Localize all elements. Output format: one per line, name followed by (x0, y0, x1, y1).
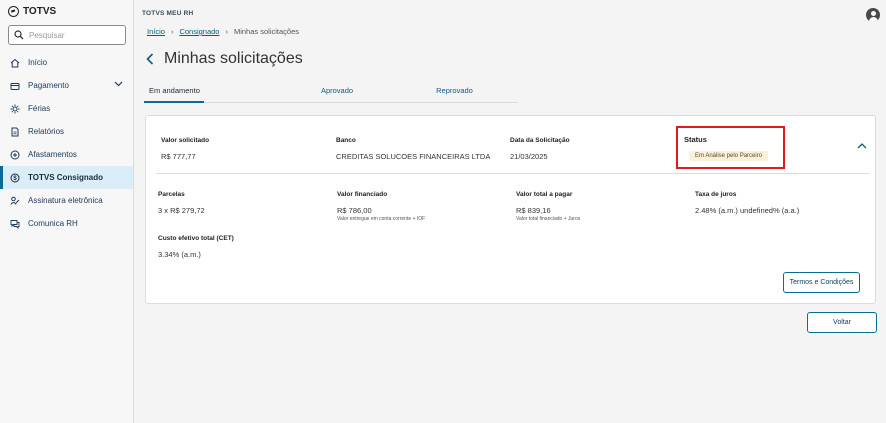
sidebar-item-label: TOTVS Consignado (28, 173, 103, 182)
signature-icon (10, 196, 20, 205)
breadcrumb-separator-icon: › (225, 27, 228, 36)
dollar-icon: $ (10, 173, 20, 182)
sidebar-item-totvs-consignado[interactable]: $ TOTVS Consignado (0, 166, 133, 189)
chat-icon (10, 219, 20, 229)
termos-condicoes-button[interactable]: Termos e Condições (783, 272, 860, 293)
totvs-logo-icon (8, 6, 19, 17)
sidebar-item-inicio[interactable]: Início (0, 51, 133, 74)
user-avatar-icon[interactable] (866, 8, 880, 22)
data-solicitacao-value: 21/03/2025 (510, 152, 548, 161)
sidebar-item-label: Férias (28, 104, 51, 113)
status-label: Status (684, 135, 707, 144)
sidebar-item-pagamento[interactable]: Pagamento (0, 74, 133, 97)
app-title: TOTVS MEU RH (142, 10, 194, 17)
status-badge: Em Análise pelo Parceiro (689, 151, 769, 161)
sidebar-item-label: Relatórios (28, 127, 65, 136)
back-chevron-icon[interactable] (146, 53, 154, 65)
card-divider (156, 173, 869, 174)
valor-total-note: Valor total financiado + Juros (516, 216, 581, 222)
sidebar-item-label: Assinatura eletrônica (28, 196, 103, 205)
breadcrumb: Início › Consignado › Minhas solicitaçõe… (147, 27, 299, 36)
status-highlight (676, 126, 785, 169)
parcelas-value: 3 x R$ 279,72 (158, 206, 205, 215)
request-card: Valor solicitado R$ 777,77 Banco CREDITA… (145, 115, 876, 304)
page-title: Minhas solicitações (164, 50, 303, 67)
page-header: Minhas solicitações (146, 50, 303, 68)
parcelas-label: Parcelas (158, 191, 185, 198)
data-solicitacao-label: Data da Solicitação (510, 137, 570, 144)
chevron-up-icon[interactable] (857, 142, 867, 149)
tab-reprovado[interactable]: Reprovado (402, 79, 502, 102)
totvs-logo[interactable]: TOTVS (8, 6, 56, 17)
sidebar-nav: Início Pagamento Férias Relatórios Afast… (0, 51, 133, 235)
search-icon (14, 30, 24, 40)
sidebar-item-label: Comunica RH (28, 219, 78, 228)
banco-value: CREDITAS SOLUCOES FINANCEIRAS LTDA (336, 152, 491, 161)
voltar-button[interactable]: Voltar (807, 312, 877, 333)
sidebar-item-relatorios[interactable]: Relatórios (0, 120, 133, 143)
valor-financiado-value: R$ 786,00 (337, 206, 372, 215)
breadcrumb-separator-icon: › (170, 27, 174, 36)
sidebar-item-assinatura-eletronica[interactable]: Assinatura eletrônica (0, 189, 133, 212)
valor-total-value: R$ 839,16 (516, 206, 551, 215)
wallet-icon (10, 82, 20, 90)
document-icon (11, 127, 19, 136)
sidebar-item-label: Início (28, 58, 48, 67)
search-input[interactable] (29, 30, 119, 40)
search-box[interactable] (8, 25, 126, 45)
sidebar: TOTVS Início Pagamento Férias Relatórios (0, 0, 134, 423)
sidebar-item-afastamentos[interactable]: Afastamentos (0, 143, 133, 166)
chevron-down-icon[interactable] (114, 81, 123, 87)
valor-financiado-note: Valor entregue em conta corrente + IOF (337, 216, 426, 222)
breadcrumb-section-link[interactable]: Consignado (179, 27, 219, 36)
valor-financiado-label: Valor financiado (337, 191, 388, 198)
breadcrumb-current: Minhas solicitações (233, 27, 299, 36)
banco-label: Banco (336, 137, 356, 144)
medical-icon (10, 150, 20, 159)
valor-solicitado-value: R$ 777,77 (161, 152, 196, 161)
tab-aprovado[interactable]: Aprovado (264, 79, 402, 102)
cet-label: Custo efetivo total (CET) (158, 235, 234, 242)
sidebar-item-comunica-rh[interactable]: Comunica RH (0, 212, 133, 235)
sidebar-item-label: Afastamentos (28, 150, 77, 159)
breadcrumb-home-link[interactable]: Início (147, 27, 165, 36)
tab-em-andamento[interactable]: Em andamento (144, 79, 264, 103)
sidebar-item-label: Pagamento (28, 81, 69, 90)
home-icon (10, 58, 20, 67)
sun-icon (10, 104, 20, 113)
taxa-juros-label: Taxa de juros (695, 191, 737, 198)
sidebar-item-ferias[interactable]: Férias (0, 97, 133, 120)
valor-total-label: Valor total a pagar (516, 191, 573, 198)
brand-name: TOTVS (23, 6, 57, 17)
cet-value: 3.34% (a.m.) (158, 250, 201, 259)
valor-solicitado-label: Valor solicitado (161, 137, 210, 144)
tabs: Em andamento Aprovado Reprovado (144, 79, 518, 103)
taxa-juros-value: 2.48% (a.m.) undefined% (a.a.) (695, 206, 800, 215)
